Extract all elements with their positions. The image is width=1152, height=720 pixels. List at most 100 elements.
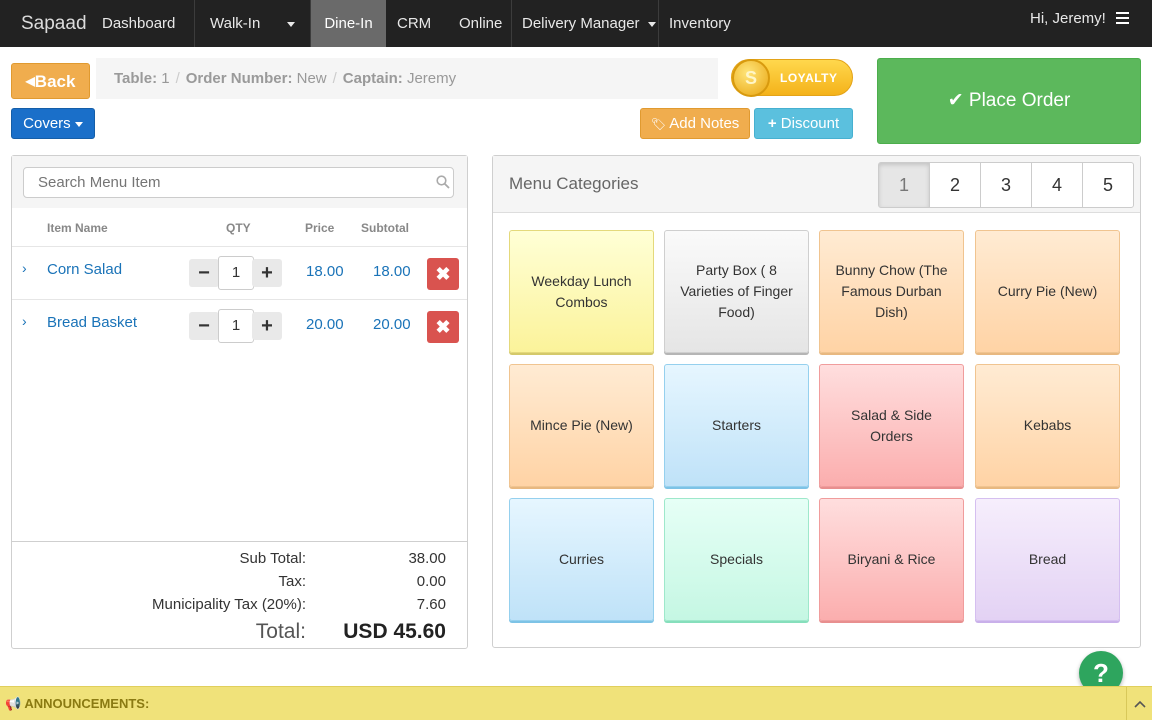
category-tile[interactable]: Party Box ( 8 Varieties of Finger Food) [664, 230, 809, 353]
place-order-button[interactable]: ✔ Place Order [877, 58, 1141, 144]
item-subtotal: 20.00 [373, 316, 411, 333]
category-tile[interactable]: Specials [664, 498, 809, 621]
nav-online[interactable]: Online [459, 0, 502, 47]
item-name[interactable]: Bread Basket [47, 314, 137, 331]
search-bar [12, 156, 467, 208]
column-header-qty: QTY [226, 221, 251, 235]
caret-down-icon [287, 21, 295, 27]
add-notes-button[interactable]: 🏷 Add Notes [640, 108, 750, 139]
category-tile[interactable]: Curries [509, 498, 654, 621]
category-tile[interactable]: Mince Pie (New) [509, 364, 654, 487]
category-tile[interactable]: Salad & Side Orders [819, 364, 964, 487]
page-5-button[interactable]: 5 [1082, 162, 1134, 208]
category-tile[interactable]: Weekday Lunch Combos [509, 230, 654, 353]
increase-qty-button[interactable]: + [252, 312, 282, 340]
announcements-toggle[interactable] [1126, 687, 1152, 720]
item-price[interactable]: 18.00 [306, 263, 344, 280]
sub-total-label: Sub Total: [239, 550, 306, 567]
nav-inventory[interactable]: Inventory [669, 0, 731, 47]
table-label: Table: [114, 70, 158, 87]
walk-in-dropdown-toggle[interactable] [287, 0, 295, 47]
close-icon: ✖ [435, 317, 451, 337]
sub-total-value: 38.00 [408, 550, 446, 567]
announcements-bar: 📢 ANNOUNCEMENTS: [0, 686, 1152, 720]
category-tile[interactable]: Curry Pie (New) [975, 230, 1120, 353]
increase-qty-button[interactable]: + [252, 259, 282, 287]
order-item-row: › Bread Basket − 1 + 20.00 20.00 ✖ [12, 299, 467, 352]
item-name[interactable]: Corn Salad [47, 261, 122, 278]
quantity-stepper: − 1 + [189, 309, 282, 343]
page-1-button[interactable]: 1 [878, 162, 930, 208]
order-totals: Sub Total: 38.00 Tax: 0.00 Municipality … [12, 541, 467, 648]
caret-down-icon [647, 21, 656, 27]
announcements-title: 📢 ANNOUNCEMENTS: [5, 696, 149, 712]
nav-dine-in[interactable]: Dine-In [311, 0, 386, 47]
category-tile[interactable]: Bunny Chow (The Famous Durban Dish) [819, 230, 964, 353]
nav-delivery-manager-label: Delivery Manager [522, 15, 640, 32]
decrease-qty-button[interactable]: − [189, 259, 219, 287]
category-tile[interactable]: Starters [664, 364, 809, 487]
megaphone-icon: 📢 [5, 696, 22, 711]
top-navbar: Sapaad Dashboard Walk-In Dine-In CRM Onl… [0, 0, 1152, 47]
total-label: Total: [255, 620, 306, 643]
covers-label: Covers [23, 115, 71, 132]
order-panel: Item Name QTY Price Subtotal › Corn Sala… [11, 155, 468, 649]
chevron-left-icon: ◀ [25, 74, 35, 88]
search-icon[interactable] [436, 175, 450, 189]
nav-divider [658, 0, 659, 47]
page-3-button[interactable]: 3 [980, 162, 1032, 208]
captain-label: Captain: [342, 70, 403, 87]
covers-dropdown-button[interactable]: Covers [11, 108, 95, 139]
nav-crm[interactable]: CRM [397, 0, 431, 47]
search-menu-input[interactable] [23, 167, 454, 198]
nav-dashboard[interactable]: Dashboard [102, 0, 175, 47]
menu-categories-panel: Menu Categories 1 2 3 4 5 Weekday Lunch … [492, 155, 1141, 648]
municipality-tax-value: 7.60 [416, 596, 446, 613]
coin-icon: S [732, 59, 770, 97]
category-tile[interactable]: Bread [975, 498, 1120, 621]
hamburger-menu-icon[interactable] [1116, 12, 1129, 27]
column-header-subtotal: Subtotal [361, 221, 409, 235]
item-subtotal: 18.00 [373, 263, 411, 280]
nav-delivery-manager[interactable]: Delivery Manager [522, 0, 656, 47]
nav-walk-in[interactable]: Walk-In [210, 0, 260, 47]
plus-icon: + [767, 115, 777, 132]
loyalty-label: LOYALTY [780, 71, 838, 85]
brand-logo[interactable]: Sapaad [21, 0, 87, 47]
table-value: 1 [161, 70, 170, 87]
order-item-row: › Corn Salad − 1 + 18.00 18.00 ✖ [12, 246, 467, 299]
order-breadcrumb: Table: 1/Order Number: New / Captain: Jere… [96, 58, 718, 99]
discount-button[interactable]: + Discount [754, 108, 853, 139]
remove-item-button[interactable]: ✖ [427, 258, 459, 290]
add-notes-label: Add Notes [669, 115, 740, 132]
remove-item-button[interactable]: ✖ [427, 311, 459, 343]
quantity-input[interactable]: 1 [218, 256, 254, 290]
user-greeting[interactable]: Hi, Jeremy! [1030, 0, 1106, 42]
expand-chevron-icon[interactable]: › [22, 260, 27, 276]
category-tile[interactable]: Biryani & Rice [819, 498, 964, 621]
category-tile[interactable]: Kebabs [975, 364, 1120, 487]
municipality-tax-label: Municipality Tax (20%): [152, 596, 306, 613]
back-button[interactable]: ◀Back [11, 63, 90, 99]
close-icon: ✖ [435, 264, 451, 284]
order-number-label: Order Number: [185, 70, 293, 87]
nav-divider [511, 0, 512, 47]
column-header-item-name: Item Name [47, 221, 108, 235]
place-order-label: Place Order [968, 90, 1071, 111]
expand-chevron-icon[interactable]: › [22, 313, 27, 329]
checkmark-icon: ✔ [947, 90, 964, 111]
tax-value: 0.00 [416, 573, 446, 590]
tag-icon: 🏷 [650, 117, 666, 131]
captain-value: Jeremy [406, 70, 457, 87]
tax-label: Tax: [278, 573, 306, 590]
decrease-qty-button[interactable]: − [189, 312, 219, 340]
loyalty-button[interactable]: S LOYALTY [731, 59, 853, 97]
quantity-input[interactable]: 1 [218, 309, 254, 343]
caret-down-icon [74, 121, 83, 127]
chevron-up-icon [1134, 700, 1146, 708]
page-4-button[interactable]: 4 [1031, 162, 1083, 208]
page-2-button[interactable]: 2 [929, 162, 981, 208]
item-price[interactable]: 20.00 [306, 316, 344, 333]
order-number-value: New [296, 70, 327, 87]
nav-divider [194, 0, 195, 47]
